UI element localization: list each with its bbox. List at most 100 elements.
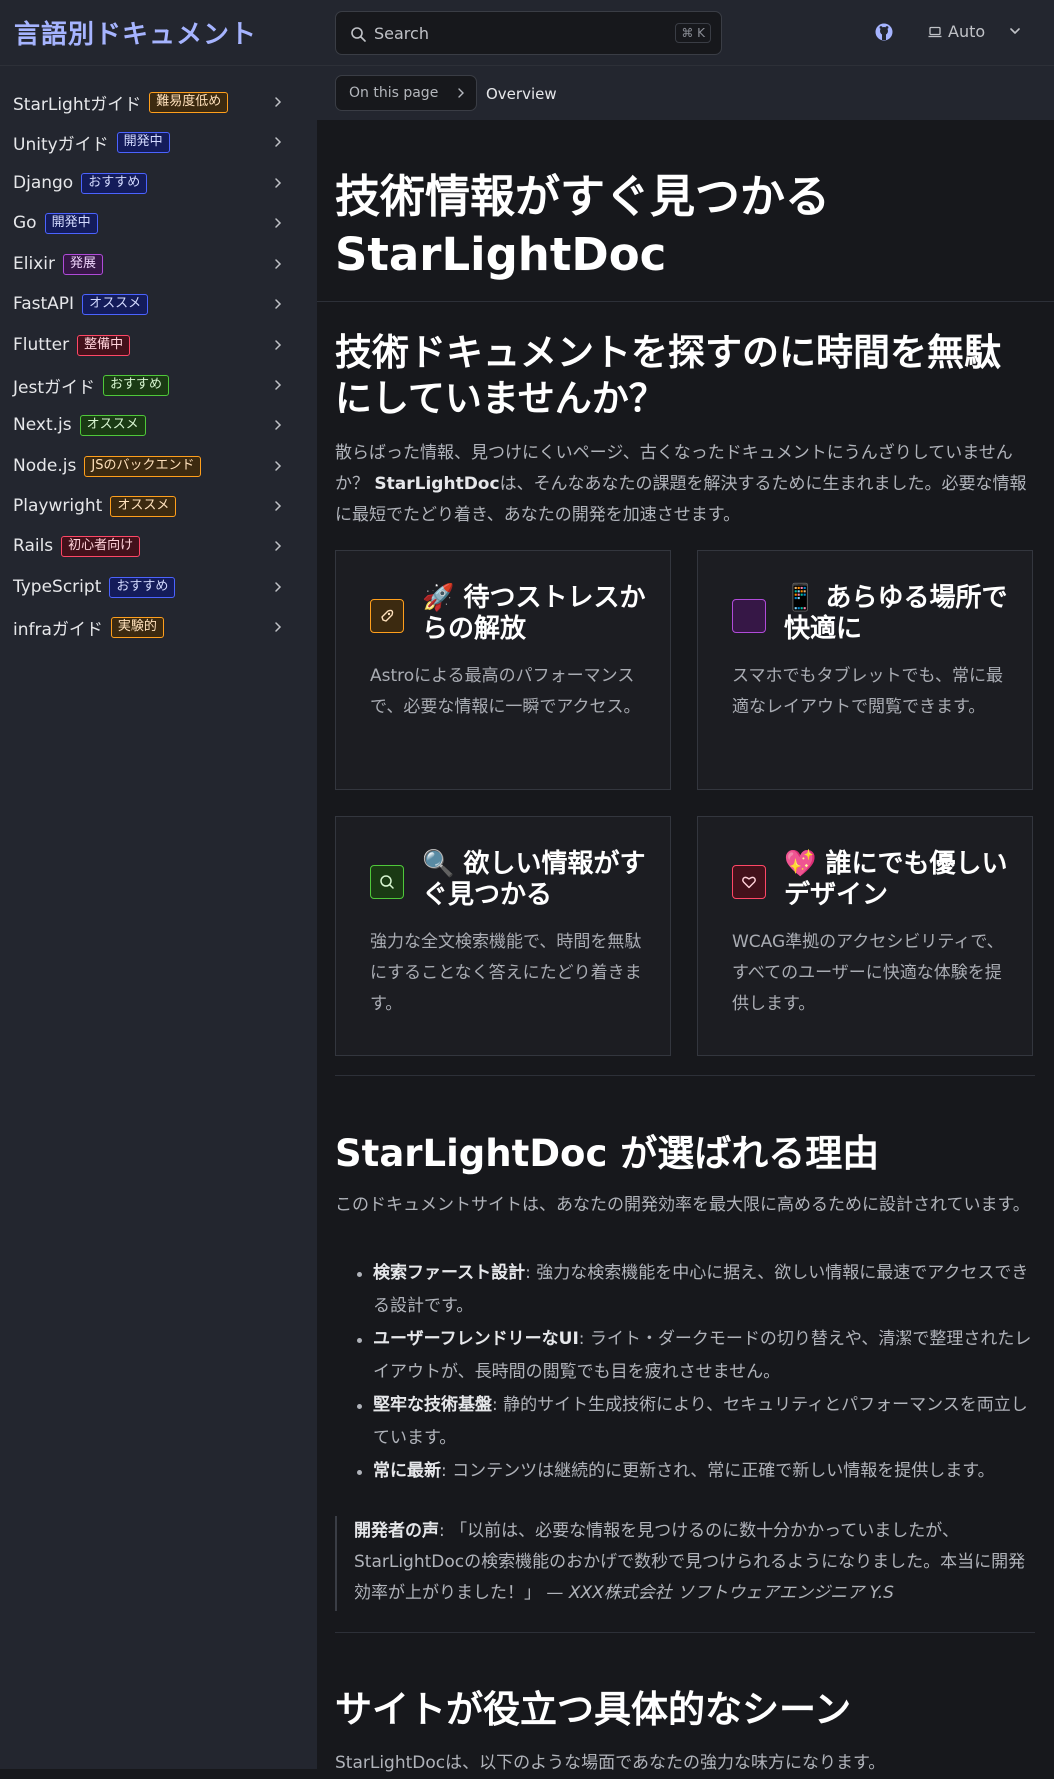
list-item: ユーザーフレンドリーなUI: ライト・ダークモードの切り替えや、清潔で整理された… [357, 1323, 1037, 1389]
section-intro: StarLightDocは、以下のような場面であなたの強力な味方になります。 [335, 1753, 886, 1773]
chevron-right-icon [275, 259, 282, 269]
feature-card: 💖 誰にでも優しいデザイン WCAG準拠のアクセシビリティで、すべてのユーザーに… [697, 816, 1033, 1056]
search-shortcut: ⌘ K [675, 23, 711, 43]
sidebar-item-flutter[interactable]: Flutter 整備中 [0, 327, 317, 363]
chevron-right-icon [275, 622, 282, 632]
chevron-right-icon [458, 88, 464, 98]
page-title: 技術情報がすぐ見つかる StarLightDoc [335, 168, 1035, 284]
theme-label: Auto [948, 22, 986, 41]
search-button[interactable]: Search ⌘ K [335, 11, 722, 55]
list-item: 堅牢な技術基盤: 静的サイト生成技術により、セキュリティとパフォーマンスを両立し… [357, 1389, 1037, 1455]
site-title[interactable]: 言語別ドキュメント [14, 14, 257, 51]
sidebar-badge: おすすめ [81, 172, 148, 194]
list-item-bold: ユーザーフレンドリーなUI [373, 1329, 579, 1349]
intro-bold: StarLightDoc [374, 474, 500, 494]
sidebar-badge: 発展 [62, 253, 103, 275]
reasons-list: 検索ファースト設計: 強力な検索機能を中心に据え、欲しい情報に最速でアクセスでき… [357, 1257, 1037, 1488]
sidebar-item-django[interactable]: Django おすすめ [0, 165, 317, 201]
section-intro: このドキュメントサイトは、あなたの開発効率を最大限に高めるために設計されています… [335, 1195, 1030, 1215]
sidebar-item-nodejs[interactable]: Node.js JSのバックエンド [0, 448, 317, 484]
search-placeholder: Search [374, 24, 429, 43]
list-item: 常に最新: コンテンツは継続的に更新され、常に正確で新しい情報を提供します。 [357, 1455, 1037, 1488]
card-body: スマホでもタブレットでも、常に最適なレイアウトで閲覧できます。 [732, 666, 1003, 717]
sidebar-item-label: Jestガイド [13, 377, 95, 398]
section-divider [335, 1075, 1035, 1076]
sidebar-item-label: Flutter [13, 335, 70, 355]
card-body: 強力な全文検索機能で、時間を無駄にすることなく答えにたどり着きます。 [370, 932, 642, 1014]
sidebar-item-rails[interactable]: Rails 初心者向け [0, 528, 317, 564]
card-emoji: 📱 [784, 583, 817, 613]
heart-icon [732, 865, 766, 899]
feature-card: 📱 あらゆる場所で快適に スマホでもタブレットでも、常に最適なレイアウトで閲覧で… [697, 550, 1033, 790]
card-title-text: 待つストレスからの解放 [422, 583, 646, 644]
chevron-right-icon [275, 582, 282, 592]
sidebar-item-starlight[interactable]: StarLightガイド 難易度低め [0, 84, 317, 120]
sidebar-badge: おすすめ [103, 374, 170, 396]
laptop-icon [928, 26, 942, 37]
sidebar-badge: 難易度低め [149, 91, 229, 113]
page-title-line2: StarLightDoc [335, 228, 667, 281]
sidebar-item-label: Node.js [13, 456, 77, 476]
sidebar-badge: おすすめ [109, 576, 176, 598]
sidebar-badge: 実験的 [110, 616, 164, 638]
sidebar-item-unity[interactable]: Unityガイド 開発中 [0, 124, 317, 160]
device-icon [732, 599, 766, 633]
quote-attribution: XXX株式会社 ソフトウェアエンジニア Y.S [568, 1583, 894, 1603]
card-title-text: 誰にでも優しいデザイン [784, 849, 1008, 910]
toc-bar: On this page Overview [317, 66, 1054, 120]
chevron-right-icon [275, 218, 282, 228]
search-icon [370, 865, 404, 899]
sidebar-item-jest[interactable]: Jestガイド おすすめ [0, 367, 317, 403]
chevron-right-icon [275, 97, 282, 107]
feature-card: 🔍 欲しい情報がすぐ見つかる 強力な全文検索機能で、時間を無駄にすることなく答え… [335, 816, 671, 1056]
list-item-bold: 常に最新 [373, 1461, 441, 1481]
sidebar-item-label: Playwright [13, 496, 103, 516]
card-title: 📱 あらゆる場所で快適に [784, 583, 1014, 645]
card-title-text: 欲しい情報がすぐ見つかる [422, 849, 646, 910]
card-title: 💖 誰にでも優しいデザイン [784, 849, 1014, 911]
list-item: 検索ファースト設計: 強力な検索機能を中心に据え、欲しい情報に最速でアクセスでき… [357, 1257, 1037, 1323]
sidebar-item-label: Unityガイド [13, 134, 109, 155]
theme-select[interactable]: Auto [928, 22, 1020, 41]
chevron-right-icon [275, 299, 282, 309]
section-heading: サイトが役立つ具体的なシーン [335, 1688, 852, 1731]
sidebar-badge: JSのバックエンド [84, 455, 202, 477]
sidebar-item-go[interactable]: Go 開発中 [0, 205, 317, 241]
chevron-right-icon [275, 137, 282, 147]
page-title-line1: 技術情報がすぐ見つかる [335, 170, 831, 223]
chevron-right-icon [275, 178, 282, 188]
sidebar-item-typescript[interactable]: TypeScript おすすめ [0, 569, 317, 605]
sidebar-item-label: Go [13, 213, 37, 233]
sidebar-item-playwright[interactable]: Playwright オススメ [0, 488, 317, 524]
sidebar-item-label: Django [13, 173, 74, 193]
sidebar-item-label: Elixir [13, 254, 55, 274]
list-item-bold: 堅牢な技術基盤 [373, 1395, 492, 1415]
card-title-text: あらゆる場所で快適に [784, 583, 1008, 644]
section-heading: StarLightDoc が選ばれる理由 [335, 1132, 880, 1175]
chevron-right-icon [275, 380, 282, 390]
card-emoji: 🔍 [422, 849, 455, 879]
chevron-right-icon [275, 420, 282, 430]
sidebar-item-label: Rails [13, 536, 54, 556]
sidebar-item-fastapi[interactable]: FastAPI オススメ [0, 286, 317, 322]
sidebar-item-label: Next.js [13, 415, 72, 435]
chevron-right-icon [275, 501, 282, 511]
on-this-page-button[interactable]: On this page [335, 75, 477, 111]
sidebar: StarLightガイド 難易度低め Unityガイド 開発中 Django お… [0, 66, 317, 1769]
feature-card: 🚀 待つストレスからの解放 Astroによる最高のパフォーマンスで、必要な情報に… [335, 550, 671, 790]
sidebar-item-nextjs[interactable]: Next.js オススメ [0, 407, 317, 443]
card-emoji: 🚀 [422, 583, 455, 613]
sidebar-badge: 整備中 [77, 334, 131, 356]
list-item-text: : コンテンツは継続的に更新され、常に正確で新しい情報を提供します。 [441, 1461, 995, 1481]
sidebar-item-label: TypeScript [13, 577, 102, 597]
sidebar-item-infra[interactable]: infraガイド 実験的 [0, 609, 317, 645]
chevron-down-icon [1010, 28, 1020, 34]
toc-current-section[interactable]: Overview [486, 85, 557, 103]
sidebar-item-elixir[interactable]: Elixir 発展 [0, 246, 317, 282]
sidebar-badge: 初心者向け [61, 535, 141, 557]
github-icon[interactable] [874, 22, 894, 42]
card-body: Astroによる最高のパフォーマンスで、必要な情報に一瞬でアクセス。 [370, 666, 641, 717]
sidebar-badge: オススメ [110, 495, 177, 517]
toc-button-label: On this page [349, 85, 439, 101]
card-emoji: 💖 [784, 849, 817, 879]
